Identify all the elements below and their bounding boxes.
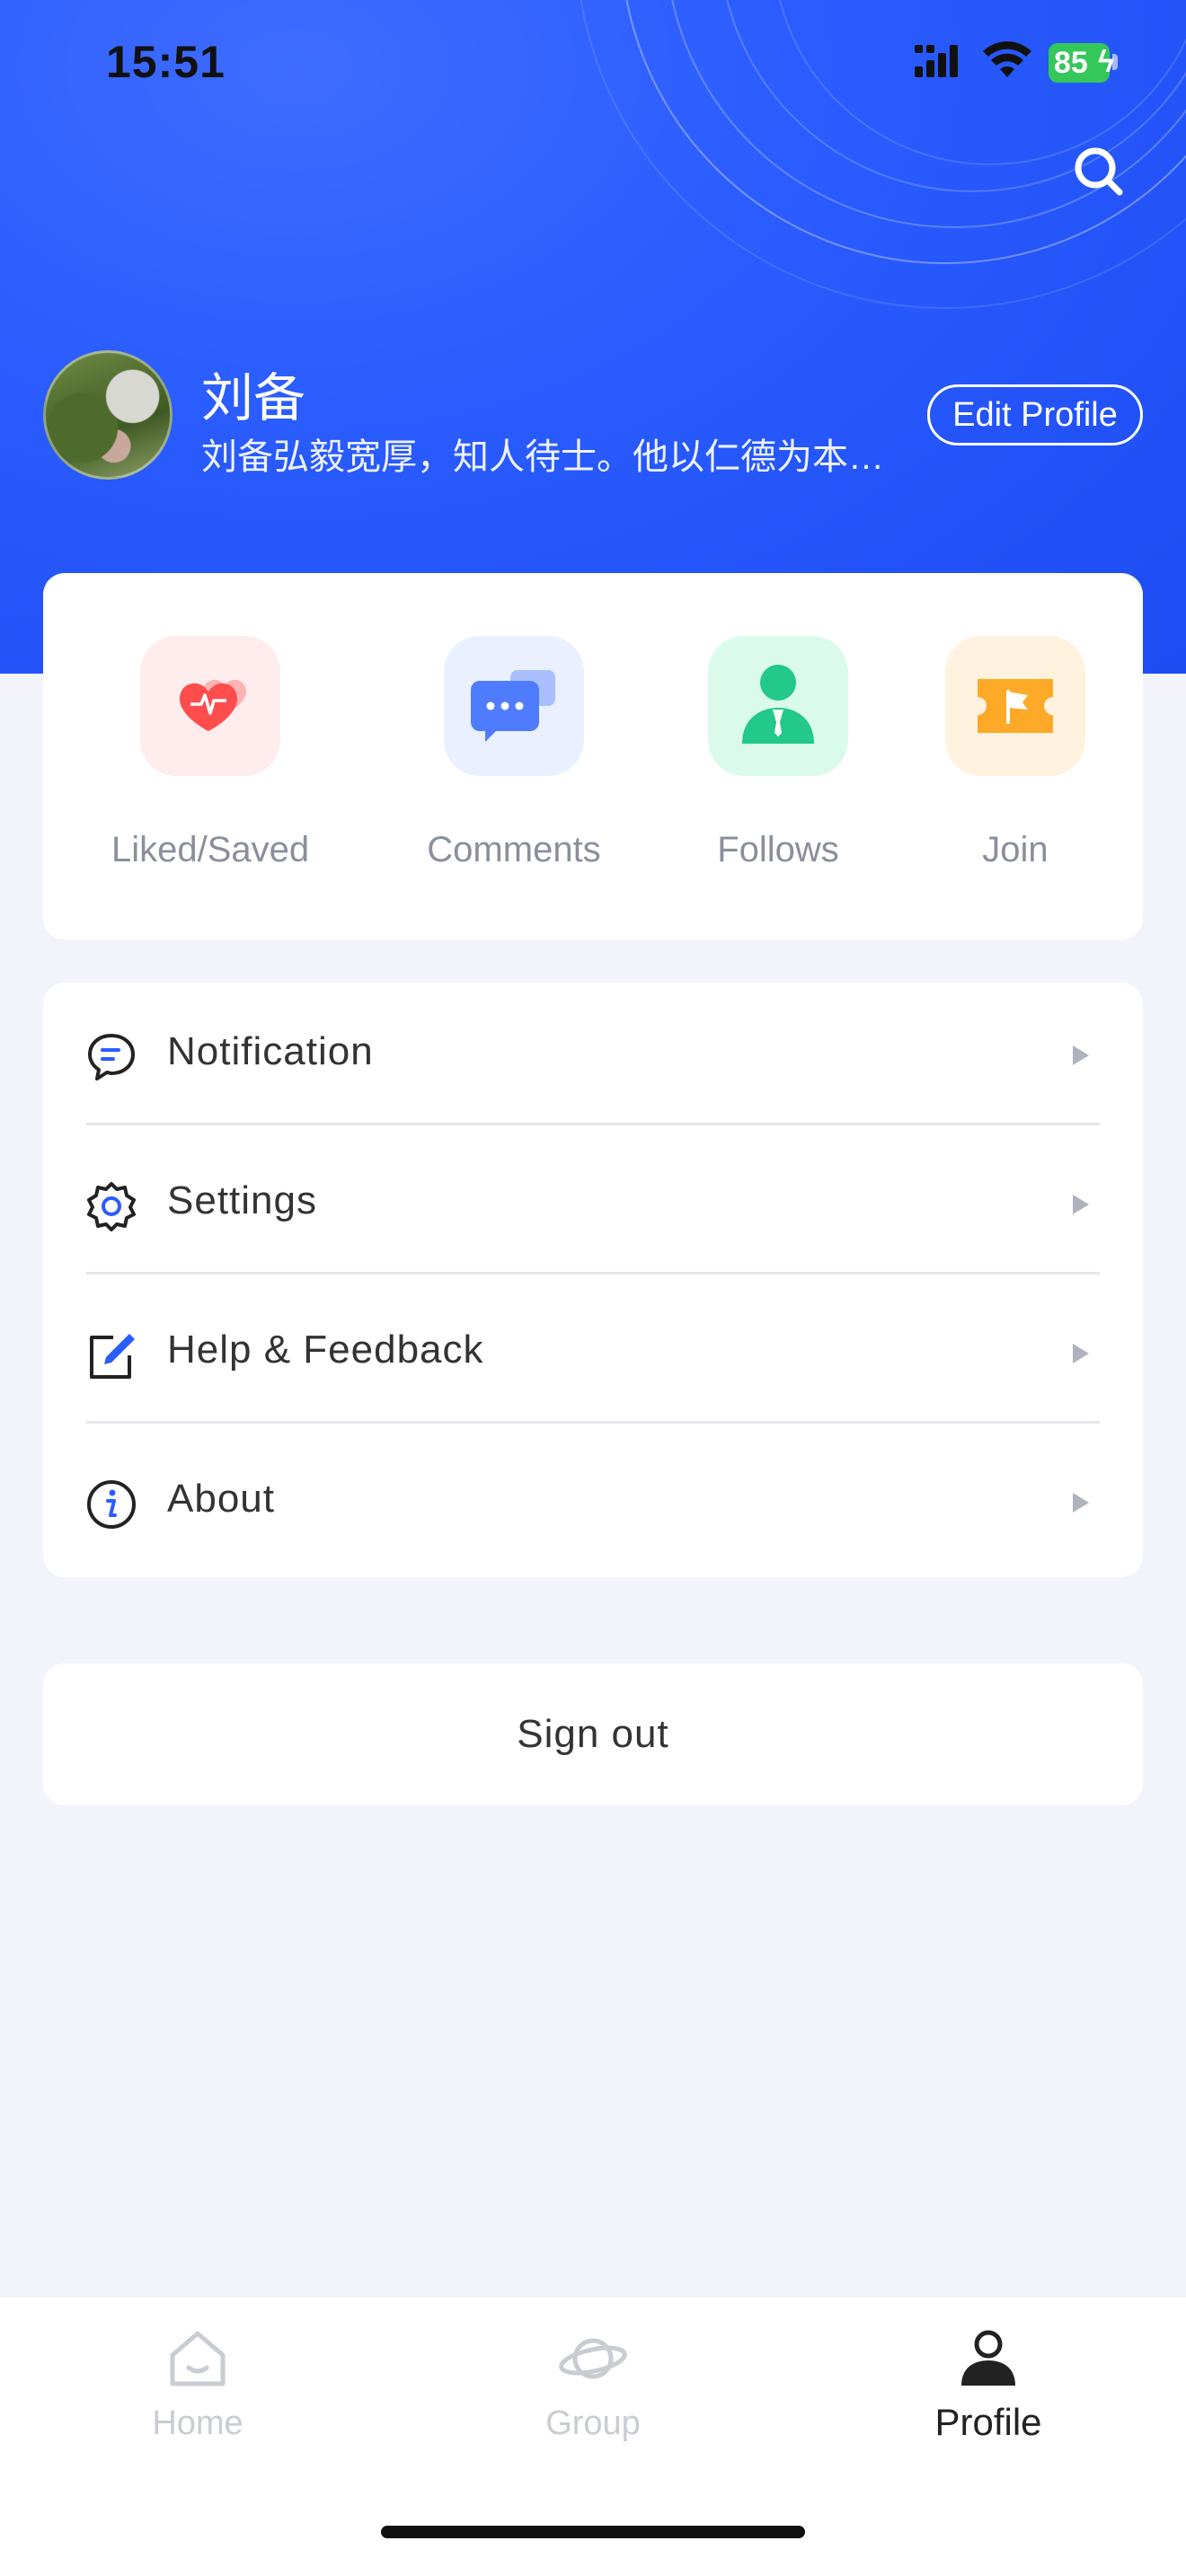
edit-icon [90, 1334, 135, 1379]
home-icon [170, 2331, 226, 2386]
quick-action-label: Join [982, 830, 1049, 869]
quick-action-liked-saved[interactable]: Liked/Saved [111, 636, 309, 870]
home-indicator [381, 2526, 805, 2538]
chat-bubbles-icon [444, 636, 584, 776]
ticket-flag-icon [945, 636, 1085, 776]
planet-icon [559, 2338, 627, 2379]
divider [86, 1272, 1100, 1275]
chevron-right-icon [1073, 1195, 1089, 1214]
heart-icon [140, 636, 280, 776]
battery-cap [1112, 54, 1118, 70]
search-button[interactable] [1067, 140, 1130, 203]
tab-profile[interactable]: Profile [872, 2325, 1105, 2444]
info-icon [87, 1480, 136, 1529]
search-icon [1075, 147, 1123, 196]
tab-label: Home [152, 2404, 243, 2442]
cellular-signal-icon [915, 45, 958, 77]
menu-item-label: Notification [167, 1029, 374, 1073]
gear-icon [87, 1182, 136, 1231]
menu-item-label: Settings [167, 1178, 317, 1222]
status-time: 15:51 [106, 37, 226, 87]
tab-label: Profile [934, 2401, 1042, 2443]
quick-action-join[interactable]: Join [916, 636, 1114, 870]
quick-action-label: Follows [717, 830, 839, 869]
avatar[interactable] [43, 350, 173, 480]
quick-action-label: Comments [427, 830, 601, 869]
tab-home[interactable]: Home [81, 2325, 314, 2443]
user-name: 刘备 [201, 369, 306, 428]
menu-item-notification[interactable]: Notification [43, 983, 1143, 1132]
user-icon [961, 2330, 1015, 2386]
divider [86, 1123, 1100, 1125]
tab-label: Group [545, 2404, 641, 2442]
menu-item-label: About [167, 1477, 275, 1521]
sign-out-button[interactable]: Sign out [43, 1663, 1143, 1805]
user-bio: 刘备弘毅宽厚，知人待士。他以仁德为本… [201, 437, 884, 477]
menu-item-help-feedback[interactable]: Help & Feedback [43, 1281, 1143, 1430]
status-bar: 15:51 85 ϟ [0, 0, 1186, 126]
chevron-right-icon [1073, 1045, 1089, 1065]
divider [86, 1421, 1100, 1424]
chevron-right-icon [1073, 1493, 1089, 1513]
chevron-right-icon [1073, 1344, 1089, 1363]
wifi-icon [983, 41, 1031, 77]
menu-item-about[interactable]: About [43, 1430, 1143, 1579]
menu-item-label: Help & Feedback [167, 1328, 484, 1372]
quick-action-comments[interactable]: Comments [415, 636, 613, 870]
edit-profile-button[interactable]: Edit Profile [927, 384, 1143, 446]
quick-action-follows[interactable]: Follows [679, 636, 877, 870]
tab-group[interactable]: Group [476, 2325, 710, 2443]
message-icon [88, 1034, 135, 1081]
menu-card: Notification Settings Help & Feedback Ab… [43, 983, 1143, 1577]
quick-action-label: Liked/Saved [111, 830, 310, 869]
person-icon [708, 636, 848, 776]
menu-item-settings[interactable]: Settings [43, 1132, 1143, 1281]
quick-actions-card: Liked/Saved Comments Follows Join [43, 573, 1143, 940]
